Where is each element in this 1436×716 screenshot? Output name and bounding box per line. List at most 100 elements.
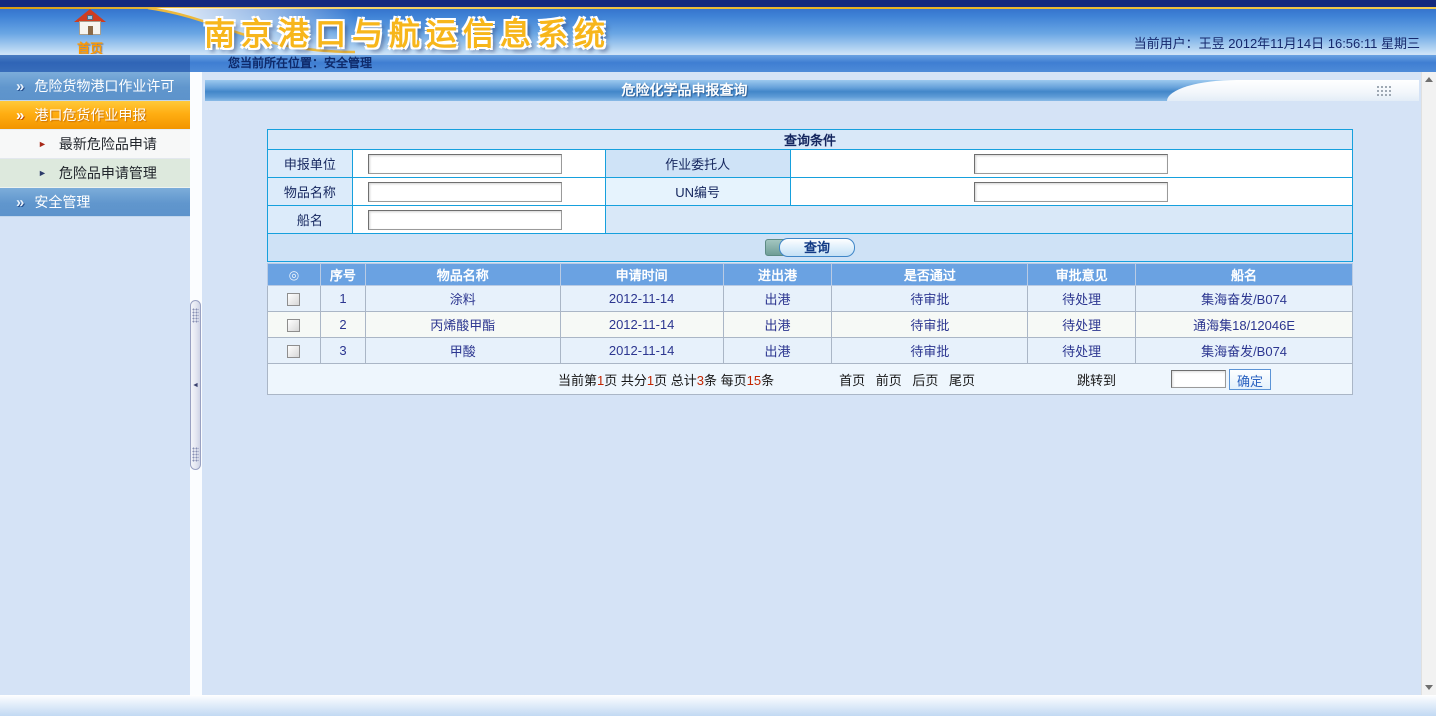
un-code-input[interactable] <box>974 182 1168 202</box>
query-conditions-header: 查询条件 <box>268 130 1353 150</box>
cell-opinion: 待处理 <box>1028 286 1136 312</box>
nav-last-page[interactable]: 尾页 <box>949 373 975 388</box>
column-header-date: 申请时间 <box>560 264 723 286</box>
cell-item-name: 涂料 <box>365 286 560 312</box>
top-navy-bar <box>0 0 1436 7</box>
system-title: 南京港口与航运信息系统 <box>204 9 611 54</box>
sidebar-item-label: 危险品申请管理 <box>59 163 157 183</box>
table-row: 3 甲酸 2012-11-14 出港 待审批 待处理 集海奋发/B074 <box>268 338 1353 364</box>
row-checkbox[interactable] <box>287 345 300 358</box>
select-all-icon[interactable]: ◎ <box>289 268 299 282</box>
ship-name-cell <box>352 206 605 234</box>
nav-prev-page[interactable]: 前页 <box>876 373 902 388</box>
un-code-label: UN编号 <box>605 178 790 206</box>
menu-arrow-icon: » <box>16 108 24 123</box>
cell-item-name: 甲酸 <box>365 338 560 364</box>
menu-arrow-icon: » <box>16 195 24 210</box>
cell-select <box>268 338 321 364</box>
cell-approved: 待审批 <box>832 312 1028 338</box>
row-checkbox[interactable] <box>287 319 300 332</box>
panel-title-bar: 危险化学品申报查询 <box>205 80 1419 101</box>
footer <box>0 695 1436 716</box>
cell-item-name: 丙烯酸甲酯 <box>365 312 560 338</box>
splitter-grip-icon <box>192 447 199 462</box>
client-input[interactable] <box>974 154 1168 174</box>
cell-date: 2012-11-14 <box>560 338 723 364</box>
scroll-down-icon <box>1425 685 1433 690</box>
sidebar-item-latest-dangerous-application[interactable]: ► 最新危险品申请 <box>0 130 190 159</box>
pagination-summary: 当前第1页 共分1页 总计3条 每页15条 <box>558 370 774 389</box>
scroll-up-icon <box>1425 77 1433 82</box>
panel-drag-handle-icon[interactable] <box>1376 85 1393 96</box>
breadcrumb-left-shade <box>0 55 190 72</box>
sidebar-item-label: 安全管理 <box>34 192 90 212</box>
pg-text: 页 共分 <box>604 373 647 388</box>
cell-select <box>268 286 321 312</box>
pagination-nav: 首页 前页 后页 尾页 <box>839 370 982 389</box>
main-panel: 危险化学品申报查询 查询条件 申报单位 作业委托人 物品名称 <box>202 72 1421 695</box>
column-header-direction: 进出港 <box>723 264 832 286</box>
sidebar-item-dangerous-goods-permit[interactable]: » 危险货物港口作业许可 <box>0 72 190 101</box>
cell-ship-link[interactable]: 集海奋发/B074 <box>1136 338 1353 364</box>
column-header-opinion: 审批意见 <box>1028 264 1136 286</box>
app-header: 首页 南京港口与航运信息系统 当前用户：王昱 2012年11月14日 16:56… <box>0 0 1436 54</box>
table-header-row: ◎ 序号 物品名称 申请时间 进出港 是否通过 审批意见 船名 <box>268 264 1353 286</box>
scroll-up-button[interactable] <box>1422 72 1436 87</box>
panel-title-tab <box>1167 80 1419 101</box>
cell-seq: 2 <box>320 312 365 338</box>
sidebar: » 危险货物港口作业许可 » 港口危货作业申报 ► 最新危险品申请 ► 危险品申… <box>0 72 190 695</box>
column-header-item: 物品名称 <box>365 264 560 286</box>
vertical-scrollbar[interactable] <box>1421 72 1436 695</box>
breadcrumb-bar: 您当前所在位置：安全管理 <box>0 54 1436 72</box>
pg-text: 条 <box>761 373 774 388</box>
item-name-label: 物品名称 <box>268 178 353 206</box>
cell-seq: 1 <box>320 286 365 312</box>
ship-name-label: 船名 <box>268 206 353 234</box>
sidebar-item-label: 最新危险品申请 <box>59 134 157 154</box>
sidebar-item-safety-management[interactable]: » 安全管理 <box>0 188 190 217</box>
home-button[interactable]: 首页 <box>55 9 125 54</box>
ship-name-input[interactable] <box>368 210 562 230</box>
select-all-header[interactable]: ◎ <box>268 264 321 286</box>
nav-first-page[interactable]: 首页 <box>839 373 865 388</box>
submenu-arrow-icon: ► <box>38 169 47 178</box>
splitter-grip-icon <box>192 308 199 323</box>
form-filler-cell <box>605 206 1352 234</box>
cell-select <box>268 312 321 338</box>
results-table: ◎ 序号 物品名称 申请时间 进出港 是否通过 审批意见 船名 1 涂料 201… <box>267 263 1353 395</box>
home-icon-window <box>87 15 93 20</box>
pg-text: 条 每页 <box>704 373 747 388</box>
row-checkbox[interactable] <box>287 293 300 306</box>
cell-direction: 出港 <box>723 286 832 312</box>
item-name-cell <box>352 178 605 206</box>
jump-to-label: 跳转到 <box>1077 370 1116 389</box>
pg-text: 页 总计 <box>654 373 697 388</box>
pagination-row: 当前第1页 共分1页 总计3条 每页15条 首页 前页 后页 尾页 跳转到 确定 <box>268 364 1353 395</box>
home-icon[interactable] <box>74 9 106 37</box>
column-header-ship: 船名 <box>1136 264 1353 286</box>
pg-total-records: 3 <box>697 373 704 388</box>
cell-approved: 待审批 <box>832 338 1028 364</box>
search-button-row: 查询 <box>268 234 1353 262</box>
sidebar-item-dangerous-application-management[interactable]: ► 危险品申请管理 <box>0 159 190 188</box>
sidebar-item-label: 危险货物港口作业许可 <box>34 76 174 96</box>
home-label[interactable]: 首页 <box>55 38 125 54</box>
cell-ship-link[interactable]: 通海集18/12046E <box>1136 312 1353 338</box>
cell-ship-link[interactable]: 集海奋发/B074 <box>1136 286 1353 312</box>
panel-splitter-handle[interactable]: ◄ <box>190 300 201 470</box>
client-cell <box>790 150 1352 178</box>
cell-direction: 出港 <box>723 312 832 338</box>
search-button[interactable]: 查询 <box>779 238 855 257</box>
confirm-button[interactable]: 确定 <box>1229 369 1271 390</box>
nav-next-page[interactable]: 后页 <box>912 373 938 388</box>
item-name-input[interactable] <box>368 182 562 202</box>
cell-opinion: 待处理 <box>1028 312 1136 338</box>
jump-page-input[interactable] <box>1171 370 1226 388</box>
collapse-left-icon[interactable]: ◄ <box>192 382 199 389</box>
pg-page-size: 15 <box>747 373 761 388</box>
scroll-down-button[interactable] <box>1422 680 1436 695</box>
cell-approved: 待审批 <box>832 286 1028 312</box>
declare-unit-input[interactable] <box>368 154 562 174</box>
sidebar-item-port-cargo-declaration[interactable]: » 港口危货作业申报 <box>0 101 190 130</box>
menu-arrow-icon: » <box>16 79 24 94</box>
